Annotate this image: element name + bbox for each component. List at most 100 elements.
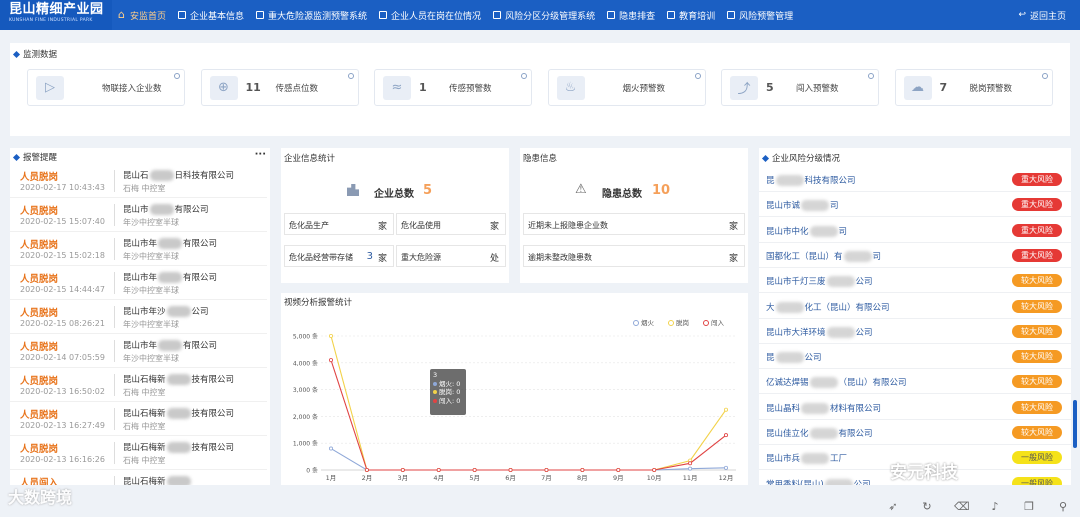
data-point[interactable] [329, 334, 334, 339]
monitor-card-label: 传感预警数 [449, 83, 492, 94]
alarm-item[interactable]: 人员脱岗 2020-02-13 16:16:26 昆山石梅新 技有限公司 石梅 中控室 [10, 436, 267, 470]
data-point[interactable] [616, 467, 621, 472]
alarm-item[interactable]: 人员闯入 昆山石梅新 [10, 470, 267, 485]
rocket-icon[interactable]: ➶ [886, 500, 900, 514]
nav-item[interactable]: 风险预警管理 [721, 0, 799, 30]
data-point[interactable] [329, 446, 334, 451]
y-tick-label: 2,000 条 [293, 413, 318, 421]
alarm-item[interactable]: 人员脱岗 2020-02-13 16:27:49 昆山石梅新 技有限公司 石梅 中控室 [10, 402, 267, 436]
data-point[interactable] [508, 467, 513, 472]
eye-icon[interactable] [521, 73, 527, 79]
data-point[interactable] [544, 467, 549, 472]
search-icon[interactable]: ⚲ [1056, 500, 1070, 514]
eye-icon[interactable] [347, 73, 354, 79]
nav-item[interactable]: 企业人员在岗在位情况 [373, 0, 487, 30]
eye-icon[interactable] [868, 73, 874, 79]
nav-item[interactable]: 企业基本信息 [172, 0, 250, 30]
risk-item[interactable]: 昆山市诚 司 重大风险 [759, 192, 1071, 218]
hazard-total-label: 隐患总数 [602, 189, 642, 200]
risk-company-name: 亿诚达焊锡 [766, 378, 809, 389]
alarm-company-name: 昆山市年 [123, 273, 158, 283]
risk-item[interactable]: 亿诚达焊锡 （昆山）有限公司 较大风险 [759, 369, 1071, 395]
eye-icon[interactable] [694, 73, 701, 79]
data-point[interactable] [688, 461, 693, 466]
monitor-card-value: 7 [939, 81, 948, 94]
back-home-link[interactable]: ↩ 返回主页 [1018, 0, 1066, 30]
alarm-item[interactable]: 人员脱岗 2020-02-15 14:44:47 昆山市年 有限公司 年沙中控室半球 [10, 266, 267, 300]
risk-item[interactable]: 昆山市千灯三废 公司 较大风险 [759, 268, 1071, 294]
risk-company: 昆山市中化 司 [766, 225, 847, 237]
alarm-item[interactable]: 人员脱岗 2020-02-15 15:02:18 昆山市年 有限公司 年沙中控室半球 [10, 232, 267, 266]
data-point[interactable] [436, 467, 441, 472]
data-point[interactable] [472, 467, 477, 472]
alarm-item[interactable]: 人员脱岗 2020-02-14 07:05:59 昆山市年 有限公司 年沙中控室半球 [10, 334, 267, 368]
company-info-title: 企业信息统计 [284, 154, 336, 164]
risk-item[interactable]: 昆 公司 较大风险 [759, 344, 1071, 370]
alarm-item[interactable]: 人员脱岗 2020-02-17 10:43:43 昆山石 日科技有限公司 石梅 中控室 [10, 164, 267, 198]
nav-item[interactable]: 重大危险源监测预警系统 [250, 0, 373, 30]
legend-marker[interactable] [668, 320, 674, 326]
redacted-blob [801, 200, 830, 212]
refresh-icon[interactable]: ↻ [920, 500, 934, 514]
data-point[interactable] [400, 467, 405, 472]
legend-label[interactable]: 脱岗 [676, 318, 689, 327]
alarm-item[interactable]: 人员脱岗 2020-02-15 08:26:21 昆山市年沙 公司 年沙中控室半球 [10, 300, 267, 334]
legend-marker[interactable] [633, 320, 639, 326]
monitor-card[interactable]: ▷ 物联接入企业数 [27, 69, 185, 106]
copy-icon[interactable]: ❐ [1022, 500, 1036, 514]
data-point[interactable] [723, 433, 728, 438]
monitor-card[interactable]: ⊕ 11 传感点位数 [200, 69, 359, 106]
data-point[interactable] [723, 465, 728, 470]
nav-home-icon: ⌂ [118, 8, 125, 21]
trash-icon[interactable]: ⌫ [954, 500, 970, 514]
sound-icon[interactable]: ♪ [988, 500, 1002, 514]
data-point[interactable] [652, 467, 657, 472]
nav-item[interactable]: 风险分区分级管理系统 [487, 0, 601, 30]
alarm-time: 2020-02-13 16:27:49 [20, 421, 105, 430]
legend-label[interactable]: 烟火 [641, 318, 655, 327]
risk-item[interactable]: 昆山市中化 司 重大风险 [759, 218, 1071, 243]
risk-item[interactable]: 昆山佳立化 有限公司 较大风险 [759, 420, 1071, 445]
legend-marker[interactable] [703, 320, 709, 326]
nav-item[interactable]: 教育培训 [661, 0, 721, 30]
tooltip-row: 闯入: 0 [433, 397, 463, 406]
risk-company: 亿诚达焊锡 （昆山）有限公司 [766, 376, 907, 389]
data-point[interactable] [723, 407, 728, 412]
company-total-label: 企业总数 [374, 189, 414, 200]
alarm-item[interactable]: 人员脱岗 2020-02-13 16:50:02 昆山石梅新 技有限公司 石梅 中控室 [10, 368, 267, 402]
data-point[interactable] [364, 467, 369, 472]
more-icon[interactable]: ··· [255, 149, 266, 160]
scrollbar[interactable] [1073, 400, 1077, 448]
alarm-item[interactable]: 人员脱岗 2020-02-15 15:07:40 昆山市 有限公司 年沙中控室半球 [10, 198, 267, 232]
tooltip-title: 3 [433, 371, 438, 379]
alarm-time: 2020-02-15 15:02:18 [20, 251, 105, 260]
risk-badge: 较大风险 [1012, 400, 1062, 414]
line-chart: 0 条 1,000 条 2,000 条 3,000 条 4,000 条 5,000 条 1月… [293, 318, 736, 482]
monitor-card[interactable]: ≈1 传感预警数 [374, 69, 532, 106]
redacted-blob [826, 326, 855, 338]
data-point[interactable] [580, 467, 585, 472]
monitor-card[interactable]: ☁ 7 脱岗预警数 [894, 69, 1053, 106]
risk-badge: 重大风险 [1012, 223, 1062, 237]
nav-item-label: 教育培训 [679, 11, 716, 22]
x-tick-label: 5月 [469, 474, 480, 482]
risk-item[interactable]: 昆山晶科 材料有限公司 较大风险 [759, 395, 1071, 420]
x-tick-label: 3月 [397, 474, 408, 482]
risk-company-suffix: 公司 [855, 277, 873, 288]
nav-item[interactable]: ⌂ 安监首页 [112, 0, 172, 30]
eye-icon[interactable] [174, 73, 180, 79]
risk-item[interactable]: 大 化工（昆山）有限公司 较大风险 [759, 294, 1071, 319]
alarm-time: 2020-02-13 16:16:26 [20, 455, 105, 464]
info-cell-hazard-source: 重大危险源处 [396, 245, 506, 267]
eye-icon[interactable] [1041, 73, 1048, 79]
monitor-card[interactable]: ♨ 烟火预警数 [547, 69, 706, 106]
risk-item[interactable]: 昆山市大洋环境 公司 较大风险 [759, 319, 1071, 344]
data-point[interactable] [329, 358, 334, 363]
data-point[interactable] [688, 466, 693, 471]
risk-item[interactable]: 昆 科技有限公司 重大风险 [759, 167, 1071, 192]
risk-item[interactable]: 国都化工（昆山）有 司 重大风险 [759, 243, 1071, 268]
legend-label[interactable]: 闯入 [711, 318, 725, 327]
diamond-icon [761, 154, 770, 162]
nav-item[interactable]: 隐患排查 [601, 0, 661, 30]
monitor-card[interactable]: ⤴ 5 闯入预警数 [721, 69, 879, 106]
